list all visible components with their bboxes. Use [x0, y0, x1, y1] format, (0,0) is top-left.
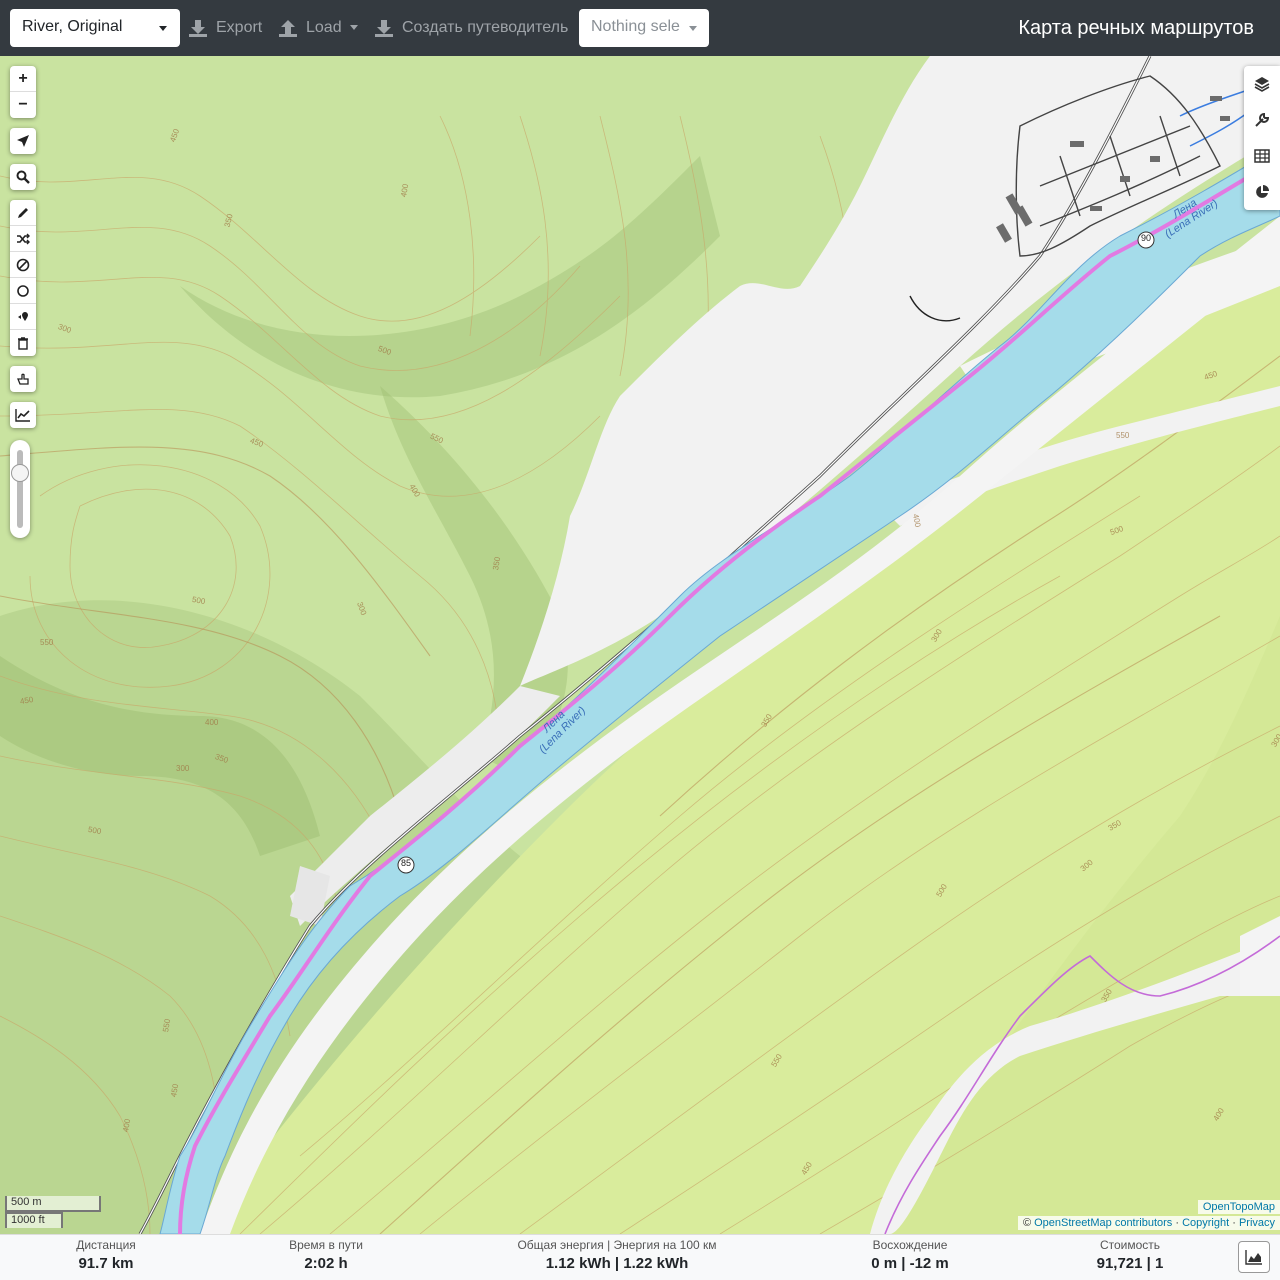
draw-route-button[interactable] [10, 200, 36, 226]
pie-chart-icon [1256, 185, 1269, 198]
ban-icon [16, 258, 30, 271]
distance-value: 91.7 km [78, 1255, 134, 1272]
app-title: Карта речных маршрутов [1018, 17, 1254, 39]
slider-groove [17, 450, 23, 528]
hand-pointer-button[interactable] [10, 366, 36, 392]
analysis-button[interactable] [1244, 174, 1280, 210]
ascent-value: 0 m | -12 m [871, 1255, 949, 1272]
stat-cost: Стоимость 91,721 | 1 [1080, 1237, 1180, 1275]
slider-knob[interactable] [11, 464, 29, 482]
right-controls [1244, 66, 1280, 210]
contour-label: 550 [1116, 431, 1130, 440]
locate-control [10, 128, 36, 154]
export-label: Export [216, 19, 263, 36]
contour-label: 300 [176, 764, 190, 773]
chevron-down-icon [159, 26, 167, 31]
layers-icon [1254, 77, 1270, 92]
reverse-route-button[interactable] [10, 226, 36, 252]
poi-button[interactable] [10, 304, 36, 330]
profile-select[interactable]: River, Original [10, 9, 180, 47]
map-view[interactable]: 90 85 Лена (Lena River) Лена (Lena River… [0, 56, 1280, 1234]
energy-value: 1.12 kWh | 1.22 kWh [545, 1255, 689, 1272]
table-icon [1254, 149, 1270, 163]
scale-imperial: 1000 ft [5, 1212, 63, 1228]
copyright-link[interactable]: Copyright [1182, 1217, 1229, 1229]
create-guide-label: Создать путеводитель [402, 19, 569, 36]
elevation-chart-button[interactable] [10, 402, 36, 428]
map-marker-sound-icon [18, 311, 28, 321]
profile-select-value: River, Original [22, 18, 123, 35]
locate-button[interactable] [10, 128, 36, 154]
upload-icon [279, 19, 297, 37]
search-icon [16, 170, 30, 184]
ascent-label: Восхождение [872, 1238, 948, 1252]
download-icon [189, 19, 207, 37]
nogo-area-button[interactable] [10, 252, 36, 278]
map-terrain [0, 56, 1280, 1234]
time-value: 2:02 h [304, 1255, 348, 1272]
table-button[interactable] [1244, 138, 1280, 174]
search-button[interactable] [10, 164, 36, 190]
create-guide-button[interactable]: Создать путеводитель [374, 14, 568, 42]
osm-link[interactable]: OpenStreetMap contributors [1034, 1217, 1172, 1229]
pencil-icon [18, 207, 28, 218]
area-chart-icon [1245, 1250, 1262, 1265]
stat-time: Время в пути 2:02 h [276, 1237, 376, 1275]
top-navbar: River, Original Export Load Создать путе… [0, 0, 1280, 56]
selection-dropdown[interactable]: Nothing sele [579, 9, 709, 47]
stat-ascent: Восхождение 0 m | -12 m [855, 1237, 965, 1275]
export-button[interactable]: Export [188, 14, 262, 42]
search-control [10, 164, 36, 190]
zoom-out-button[interactable]: − [10, 92, 36, 118]
cost-label: Стоимость [1099, 1238, 1161, 1252]
elevation-control [10, 402, 36, 428]
line-chart-icon [15, 409, 30, 422]
energy-label: Общая энергия | Энергия на 100 км [517, 1238, 717, 1252]
cost-value: 91,721 | 1 [1096, 1255, 1164, 1272]
distance-label: Дистанция [76, 1238, 136, 1252]
circle-icon [17, 284, 29, 297]
opacity-slider[interactable] [10, 440, 30, 538]
scale-metric: 500 m [5, 1196, 101, 1212]
chevron-down-icon [689, 26, 697, 31]
attribution-tiles[interactable]: OpenTopoMap [1197, 1200, 1280, 1214]
time-label: Время в пути [289, 1238, 363, 1252]
privacy-link[interactable]: Privacy [1239, 1217, 1275, 1229]
delete-route-button[interactable] [10, 330, 36, 356]
draw-controls [10, 200, 36, 356]
wrench-icon [1255, 112, 1270, 127]
layers-button[interactable] [1244, 66, 1280, 102]
contour-label: 400 [205, 718, 219, 727]
stat-energy: Общая энергия | Энергия на 100 км 1.12 k… [497, 1237, 737, 1275]
stat-distance: Дистанция 91.7 km [60, 1237, 152, 1275]
tracking-control [10, 366, 36, 392]
settings-button[interactable] [1244, 102, 1280, 138]
contour-label: 550 [40, 638, 54, 647]
trash-icon [18, 337, 28, 350]
copyright-symbol: © [1022, 1217, 1032, 1229]
shuffle-icon [17, 233, 30, 244]
location-arrow-icon [17, 135, 29, 147]
attribution-bar: © OpenStreetMap contributors · Copyright… [1017, 1216, 1280, 1230]
road-shield-85-label: 85 [400, 858, 411, 868]
route-stats-bar: Дистанция 91.7 km Время в пути 2:02 h Об… [0, 1234, 1280, 1280]
zoom-in-button[interactable]: + [10, 66, 36, 92]
download-icon [375, 19, 393, 37]
selection-dropdown-value: Nothing sele [591, 18, 680, 35]
road-shield-90-label: 90 [1140, 233, 1151, 243]
chevron-down-icon [349, 25, 358, 31]
elevation-profile-button[interactable] [1238, 1241, 1270, 1273]
zoom-controls: + − [10, 66, 36, 118]
hand-point-icon [17, 373, 29, 385]
circle-area-button[interactable] [10, 278, 36, 304]
load-button[interactable]: Load [278, 14, 358, 42]
load-label: Load [306, 19, 342, 36]
